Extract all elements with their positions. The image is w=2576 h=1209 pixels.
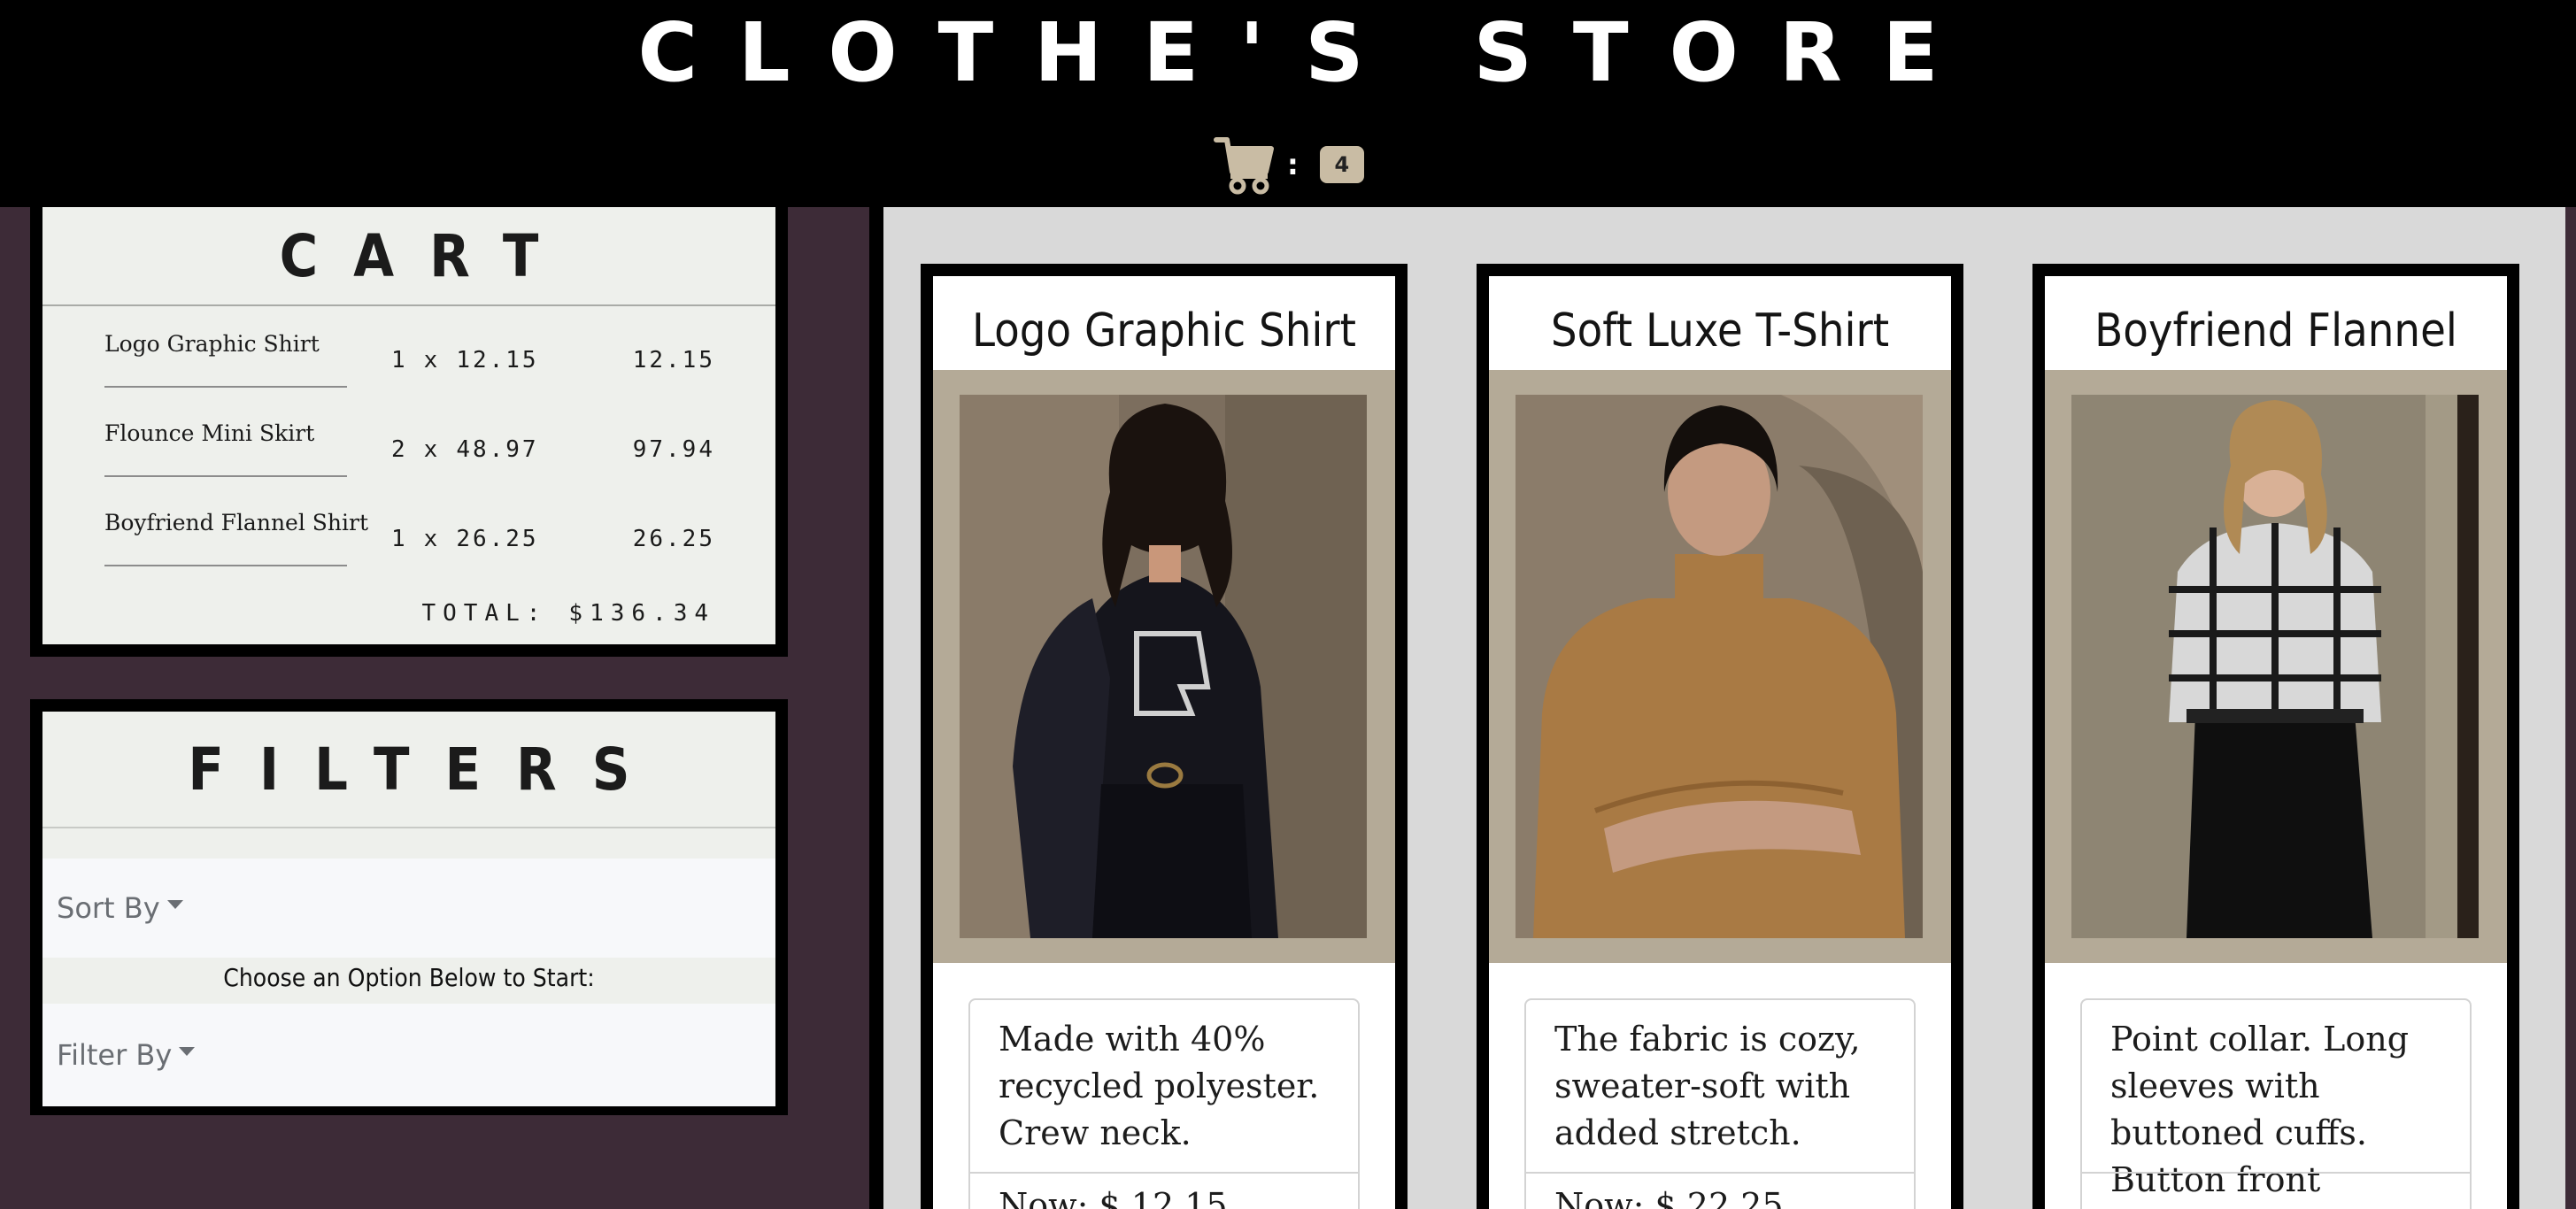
cart-total-value: $136.34 [568,600,715,627]
product-image-frame [933,370,1395,963]
product-title: Soft Luxe T-Shirt [1550,304,1890,358]
product-price: Now: $ 22.25 [1554,1186,1784,1209]
product-card[interactable]: Logo Graphic Shirt Made with 40% recycle… [921,264,1408,1209]
product-description: Made with 40% recycled polyester. Crew n… [999,1020,1320,1152]
cart-item-subtotal: 12.15 [632,347,715,373]
cart-item-qty: 1 [391,526,408,552]
cart-item: Logo Graphic Shirt 1 x 12.15 12.15 [42,331,775,420]
divider [2082,1172,2470,1174]
site-header: CLOTHE'S STORE : 4 [0,0,2576,207]
product-card-body: Boyfriend Flannel Shirt [2045,276,2507,1209]
cart-indicator[interactable]: : 4 [1213,131,1364,198]
cart-item-name: Logo Graphic Shirt [104,331,320,357]
times-sign: x [423,436,441,463]
cart-item-qty-price: 1 x 26.25 [391,526,539,552]
product-grid: Logo Graphic Shirt Made with 40% recycle… [883,207,2565,1209]
product-title: Boyfriend Flannel Shirt [2094,304,2457,467]
cart-panel-body: CART Logo Graphic Shirt 1 x 12.15 12.15 Fl… [42,207,775,644]
cart-separator: : [1287,148,1299,181]
product-card[interactable]: Soft Luxe T-Shirt The fabric is cozy, sw… [1477,264,1963,1209]
shopping-cart-icon[interactable] [1213,133,1276,196]
cart-count-badge: 4 [1319,146,1364,183]
filters-instruction: Choose an Option Below to Start: [223,963,595,992]
filter-by-dropdown[interactable]: Filter By [42,1004,775,1106]
product-image[interactable] [2071,395,2479,938]
product-description: Point collar. Long sleeves with buttoned… [2110,1020,2431,1209]
divider [104,475,347,477]
divider [970,1172,1358,1174]
filters-panel-body: FILTERS Sort By Choose an Option Below t… [42,712,775,1106]
store-title: CLOTHE'S STORE [637,5,1979,100]
divider [104,386,347,388]
divider [1526,1172,1914,1174]
filters-panel: FILTERS Sort By Choose an Option Below t… [30,699,788,1115]
caret-down-icon[interactable] [179,1047,196,1056]
cart-title: CART [42,207,775,306]
product-area: Logo Graphic Shirt Made with 40% recycle… [869,207,2565,1209]
product-card[interactable]: Boyfriend Flannel Shirt [2032,264,2519,1209]
divider [104,565,347,566]
product-image-frame [1489,370,1951,963]
cart-item: Boyfriend Flannel Shirt 1 x 26.25 26.25 [42,510,775,598]
product-details: The fabric is cozy, sweater-soft with ad… [1524,998,1916,1209]
filters-title: FILTERS [42,712,775,828]
cart-item: Flounce Mini Skirt 2 x 48.97 97.94 [42,420,775,509]
cart-item-price: 48.97 [456,436,539,463]
product-card-body: Soft Luxe T-Shirt The fabric is cozy, sw… [1489,276,1951,1209]
cart-panel: CART Logo Graphic Shirt 1 x 12.15 12.15 Fl… [30,207,788,657]
product-description: The fabric is cozy, sweater-soft with ad… [1554,1020,1861,1152]
cart-item-price: 26.25 [456,526,539,552]
product-details: Point collar. Long sleeves with buttoned… [2080,998,2472,1209]
cart-total: TOTAL: $136.34 [422,600,716,627]
cart-item-name: Flounce Mini Skirt [104,420,315,446]
filter-by-label[interactable]: Filter By [57,1038,172,1072]
product-details: Made with 40% recycled polyester. Crew n… [968,998,1360,1209]
cart-item-qty: 1 [391,347,408,373]
cart-total-label: TOTAL: [421,600,548,627]
cart-item-qty-price: 1 x 12.15 [391,347,539,373]
product-title: Logo Graphic Shirt [972,304,1356,358]
product-image[interactable] [1516,395,1923,938]
product-price: Now: $ 12.15 [999,1186,1228,1209]
sort-by-label[interactable]: Sort By [57,891,160,925]
times-sign: x [423,526,441,552]
times-sign: x [423,347,441,373]
cart-item-subtotal: 97.94 [632,436,715,463]
cart-item-qty: 2 [391,436,408,463]
cart-item-name: Boyfriend Flannel Shirt [104,510,368,535]
cart-item-subtotal: 26.25 [632,526,715,552]
product-image[interactable] [960,395,1367,938]
cart-item-qty-price: 2 x 48.97 [391,436,539,463]
sort-by-dropdown[interactable]: Sort By [42,859,775,958]
caret-down-icon[interactable] [166,900,183,909]
product-image-frame [2045,370,2507,963]
cart-item-price: 12.15 [456,347,539,373]
product-card-body: Logo Graphic Shirt Made with 40% recycle… [933,276,1395,1209]
